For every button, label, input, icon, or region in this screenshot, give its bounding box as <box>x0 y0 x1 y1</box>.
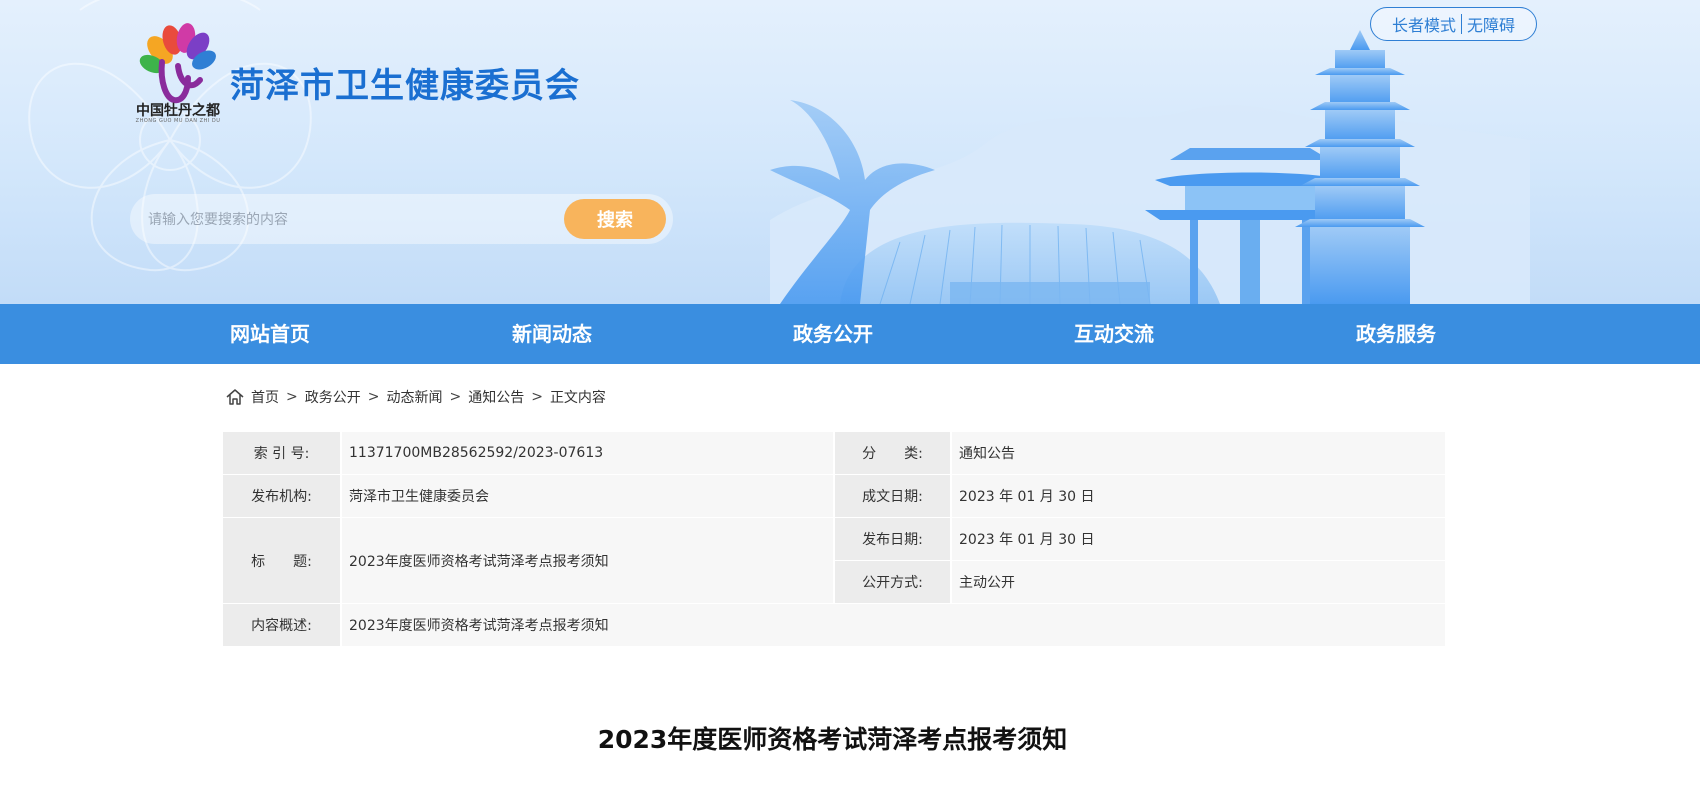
breadcrumb-separator: > <box>449 389 462 405</box>
breadcrumb-current: 正文内容 <box>549 390 606 406</box>
logo-subcaption: ZHONG GUO MU DAN ZHI DU <box>135 118 221 124</box>
nav-item-gov-affairs[interactable]: 政务公开 <box>763 304 903 364</box>
home-icon[interactable] <box>225 387 245 407</box>
header-banner: 中国牡丹之都 ZHONG GUO MU DAN ZHI DU 菏泽市卫生健康委员… <box>0 0 1700 304</box>
table-row: 发布机构: 菏泽市卫生健康委员会 成文日期: 2023 年 01 月 30 日 <box>223 475 1445 518</box>
article-title: 2023年度医师资格考试菏泽考点报考须知 <box>597 725 1068 754</box>
nav-item-home[interactable]: 网站首页 <box>200 304 340 364</box>
index-label: 索 引 号: <box>223 432 342 475</box>
title-label: 标 题: <box>223 518 342 604</box>
table-row: 标 题: 2023年度医师资格考试菏泽考点报考须知 发布日期: 2023 年 0… <box>223 518 1445 604</box>
breadcrumb-notices[interactable]: 通知公告 <box>468 387 524 407</box>
title-value: 2023年度医师资格考试菏泽考点报考须知 <box>342 518 833 604</box>
breadcrumb-gov-affairs[interactable]: 政务公开 <box>305 387 361 407</box>
nav-item-interaction[interactable]: 互动交流 <box>1044 304 1184 364</box>
senior-mode-button[interactable]: 长者模式 <box>1392 12 1456 36</box>
created-date-value: 2023 年 01 月 30 日 <box>952 475 1445 518</box>
published-date-value: 2023 年 01 月 30 日 <box>952 518 1445 561</box>
city-skyline-illustration <box>770 30 1530 304</box>
breadcrumb-separator: > <box>531 389 543 405</box>
search-input[interactable] <box>148 206 528 232</box>
nav-item-news[interactable]: 新闻动态 <box>482 304 622 364</box>
summary-label: 内容概述: <box>223 604 342 647</box>
disclosure-label: 公开方式: <box>833 561 952 604</box>
disclosure-value: 主动公开 <box>952 561 1445 604</box>
summary-value: 2023年度医师资格考试菏泽考点报考须知 <box>342 604 1445 647</box>
search-button[interactable]: 搜索 <box>564 199 666 239</box>
accessibility-button[interactable]: 无障碍 <box>1467 12 1515 36</box>
search-bar: 搜索 <box>130 194 673 244</box>
index-value: 11371700MB28562592/2023-07613 <box>342 432 833 475</box>
document-meta-table: 索 引 号: 11371700MB28562592/2023-07613 分 类… <box>223 432 1445 647</box>
created-date-label: 成文日期: <box>833 475 952 518</box>
published-date-label: 发布日期: <box>833 518 952 561</box>
category-value: 通知公告 <box>952 432 1445 475</box>
publisher-label: 发布机构: <box>223 475 342 518</box>
pill-divider <box>1461 14 1462 34</box>
publisher-value: 菏泽市卫生健康委员会 <box>342 475 833 518</box>
breadcrumb-news[interactable]: 动态新闻 <box>386 387 442 407</box>
main-nav: 网站首页 新闻动态 政务公开 互动交流 政务服务 <box>0 304 1700 364</box>
breadcrumb-separator: > <box>286 389 298 405</box>
table-row: 索 引 号: 11371700MB28562592/2023-07613 分 类… <box>223 432 1445 475</box>
logo-caption: 中国牡丹之都 <box>136 103 220 119</box>
table-row: 内容概述: 2023年度医师资格考试菏泽考点报考须知 <box>223 604 1445 647</box>
breadcrumb-home[interactable]: 首页 <box>251 387 279 407</box>
site-title[interactable]: 菏泽市卫生健康委员会 <box>230 58 580 107</box>
category-label: 分 类: <box>833 432 952 475</box>
breadcrumb-separator: > <box>367 389 380 405</box>
accessibility-toggle-group: 长者模式 无障碍 <box>1370 7 1537 41</box>
nav-item-services[interactable]: 政务服务 <box>1326 304 1466 364</box>
breadcrumb: 首页 > 政务公开 > 动态新闻 > 通知公告 > 正文内容 <box>225 385 606 409</box>
